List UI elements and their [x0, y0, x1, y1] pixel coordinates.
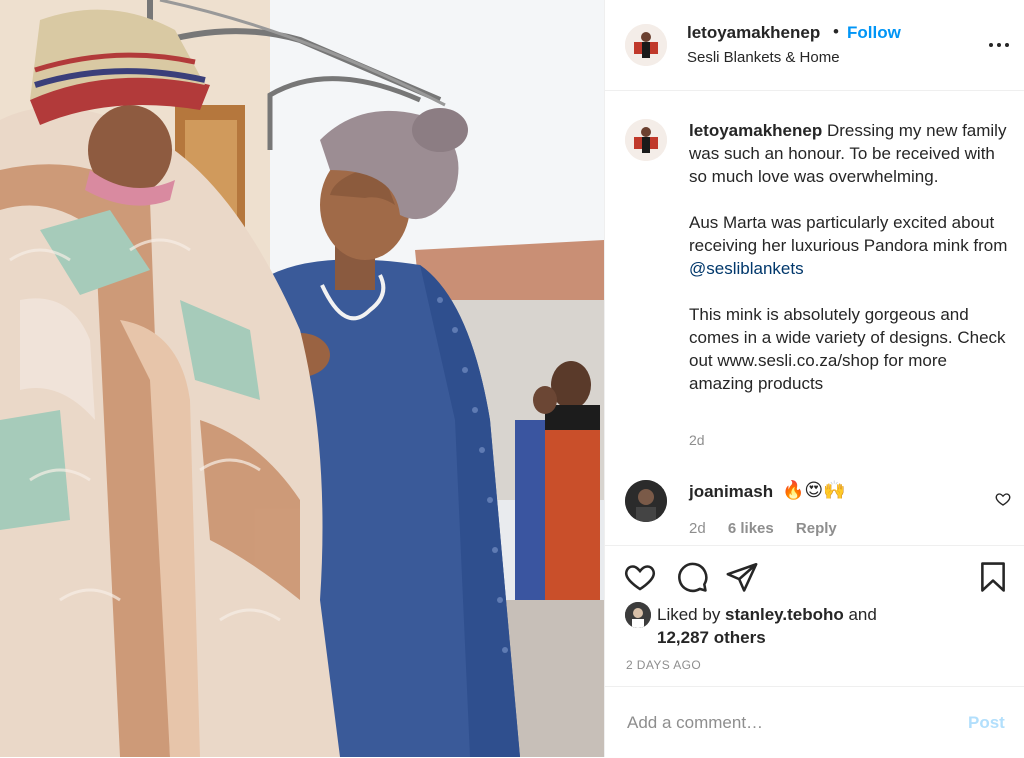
- follow-button[interactable]: Follow: [847, 23, 901, 43]
- post-photo[interactable]: [0, 0, 604, 757]
- heart-icon[interactable]: [623, 560, 657, 594]
- author-username[interactable]: letoyamakhenep: [687, 23, 820, 43]
- likes-prefix: Liked by: [657, 605, 726, 624]
- likes-others-link[interactable]: 12,287 others: [657, 628, 766, 647]
- comment-bar: Post: [605, 686, 1024, 758]
- post-details-panel: letoyamakhenep • Follow Sesli Blankets &…: [604, 0, 1024, 757]
- post-actions: Liked by stanley.teboho and 12,287 other…: [605, 545, 1024, 686]
- post-photo-illustration: [0, 0, 604, 757]
- bookmark-icon[interactable]: [976, 560, 1010, 594]
- comment-likes-count[interactable]: 6 likes: [728, 520, 774, 537]
- post-location[interactable]: Sesli Blankets & Home: [687, 49, 840, 66]
- caption-avatar-image: [625, 119, 667, 161]
- comment-reply-button[interactable]: Reply: [796, 520, 837, 537]
- caption-text-2: Aus Marta was particularly excited about…: [689, 213, 1008, 255]
- header-separator: •: [833, 22, 839, 41]
- likes-mid: and: [843, 605, 877, 624]
- liker-avatar[interactable]: [625, 602, 651, 628]
- caption-mention-link[interactable]: @sesliblankets: [689, 259, 804, 278]
- commenter-avatar-image: [625, 480, 667, 522]
- caption-username[interactable]: letoyamakhenep: [689, 121, 822, 140]
- comment-icon[interactable]: [675, 560, 709, 594]
- post-header: letoyamakhenep • Follow Sesli Blankets &…: [605, 0, 1024, 91]
- comment-text: 🔥😍🙌: [782, 480, 846, 500]
- comment-heart-icon[interactable]: [995, 491, 1011, 507]
- post-comment-button[interactable]: Post: [968, 713, 1005, 733]
- author-avatar[interactable]: [625, 24, 667, 66]
- liker-avatar-image: [625, 602, 651, 628]
- likes-summary: Liked by stanley.teboho and 12,287 other…: [657, 603, 957, 649]
- liker-username[interactable]: stanley.teboho: [725, 605, 844, 624]
- post-caption: letoyamakhenep Dressing my new family wa…: [689, 119, 1009, 395]
- caption-age: 2d: [689, 432, 705, 448]
- more-options-icon[interactable]: [988, 43, 1010, 49]
- comment-meta: 2d 6 likes Reply: [689, 520, 855, 537]
- caption-avatar[interactable]: [625, 119, 667, 161]
- caption-text-3: This mink is absolutely gorgeous and com…: [689, 305, 1006, 393]
- share-icon[interactable]: [725, 560, 759, 594]
- comment-input[interactable]: [625, 709, 949, 737]
- commenter-username[interactable]: joanimash: [689, 482, 773, 502]
- comment-age: 2d: [689, 520, 706, 537]
- commenter-avatar[interactable]: [625, 480, 667, 522]
- post-timestamp[interactable]: 2 DAYS AGO: [626, 658, 701, 672]
- author-avatar-image: [625, 24, 667, 66]
